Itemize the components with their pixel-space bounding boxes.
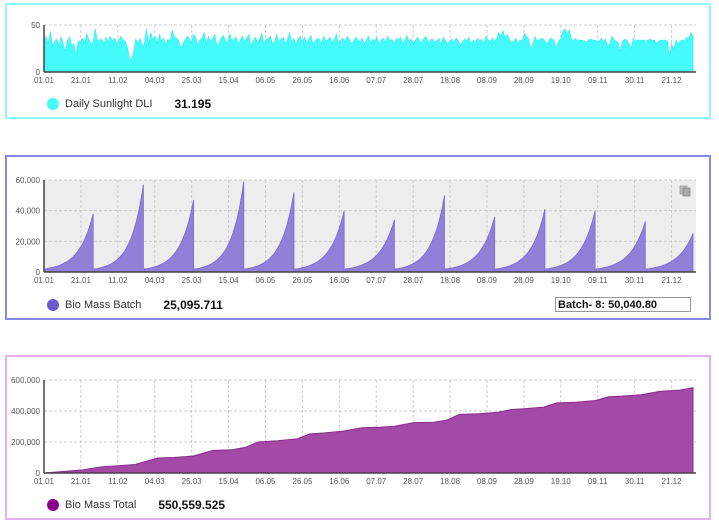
legend-dot-icon [47,499,59,511]
x-tick-label: 30.11 [625,477,645,486]
legend-label: Daily Sunlight DLI [65,98,153,110]
x-tick-label: 07.07 [366,76,387,85]
x-tick-label: 04.03 [145,477,166,486]
x-tick-label: 15.04 [219,76,240,85]
legend-total[interactable]: Bio Mass Total 550,559.525 [47,498,225,512]
x-tick-label: 16.06 [329,276,350,285]
x-tick-label: 26.05 [292,276,313,285]
x-tick-label: 01.01 [34,276,55,285]
x-tick-label: 25.03 [182,477,203,486]
x-tick-label: 21.01 [71,276,92,285]
x-tick-label: 01.01 [34,76,55,85]
legend-batch[interactable]: Bio Mass Batch 25,095.711 [47,298,223,312]
x-tick-label: 19.10 [551,276,572,285]
x-tick-label: 28.07 [403,76,424,85]
x-tick-label: 28.09 [514,477,535,486]
x-tick-label: 28.07 [403,276,424,285]
x-tick-label: 19.10 [551,477,572,486]
x-tick-label: 07.07 [366,276,387,285]
x-tick-label: 04.03 [145,276,166,285]
y-tick-label: 40,000 [16,207,41,216]
x-tick-label: 08.09 [477,76,498,85]
batch-tooltip: Batch- 8: 50,040.80 [555,297,691,312]
x-tick-label: 07.07 [366,477,387,486]
x-tick-label: 04.03 [145,76,166,85]
x-tick-label: 09.11 [588,76,608,85]
x-tick-label: 18.08 [440,76,461,85]
total-chart: 0200,000400,000600,00001.01 21.01 11.02 04.… [11,376,696,486]
x-tick-label: 25.03 [182,276,203,285]
dli-area [43,28,694,73]
x-tick-label: 16.06 [329,76,350,85]
x-tick-label: 28.07 [403,477,424,486]
x-tick-label: 21.12 [662,276,683,285]
y-tick-label: 50 [31,21,40,30]
x-tick-label: 18.08 [440,276,461,285]
x-tick-label: 09.11 [588,477,608,486]
legend-value: 550,559.525 [158,498,226,512]
x-tick-label: 09.11 [588,276,608,285]
legend-label: Bio Mass Total [65,499,137,511]
x-tick-label: 08.09 [477,477,498,486]
x-tick-label: 16.06 [329,477,350,486]
legend-value: 31.195 [174,97,212,111]
copy-icon[interactable] [679,185,691,197]
x-tick-label: 15.04 [219,276,240,285]
y-tick-label: 400,000 [11,407,40,416]
x-tick-label: 15.04 [219,477,240,486]
chart-panel-batch: 0 20,000 40,000 60,000 01.01 21.01 11.02 04.03 2… [5,155,711,320]
x-tick-label: 21.01 [71,477,92,486]
y-tick-label: 60,000 [16,176,41,185]
legend-value: 25,095.711 [163,298,223,312]
x-tick-label: 30.11 [625,76,645,85]
x-tick-label: 11.02 [108,76,128,85]
x-tick-label: 26.05 [292,477,313,486]
x-tick-label: 06.05 [255,276,276,285]
x-tick-label: 26.05 [292,76,313,85]
y-tick-label: 20,000 [16,237,41,246]
x-tick-label: 11.02 [108,477,128,486]
chart-panel-total: 0 200,000 400,000 600,000 01.01 21.01 11.02 04.… [5,355,711,520]
x-tick-label: 25.03 [182,76,203,85]
x-tick-label: 06.05 [255,76,276,85]
y-tick-label: 200,000 [11,438,40,447]
y-tick-label: 600,000 [11,376,40,385]
x-tick-label: 28.09 [514,276,535,285]
x-tick-label: 18.08 [440,477,461,486]
chart-panel-dli: 0 50 01.01 21.01 11.02 04.03 25.03 15.04 06.05 26… [5,3,711,119]
x-tick-label: 08.09 [477,276,498,285]
x-tick-label: 28.09 [514,76,535,85]
legend-label: Bio Mass Batch [65,299,142,311]
legend-dli[interactable]: Daily Sunlight DLI 31.195 [47,97,211,111]
legend-dot-icon [47,98,59,110]
x-tick-label: 11.02 [108,276,128,285]
x-tick-label: 30.11 [625,276,645,285]
x-tick-label: 01.01 [34,477,55,486]
batch-chart: 020,00040,00060,00001.01 21.01 11.02 04.03 2… [16,176,696,285]
x-tick-label: 19.10 [551,76,572,85]
x-tick-label: 06.05 [255,477,276,486]
legend-dot-icon [47,299,59,311]
x-tick-label: 21.12 [662,477,683,486]
x-tick-label: 21.12 [662,76,683,85]
x-tick-label: 21.01 [71,76,92,85]
total-area [43,387,694,474]
